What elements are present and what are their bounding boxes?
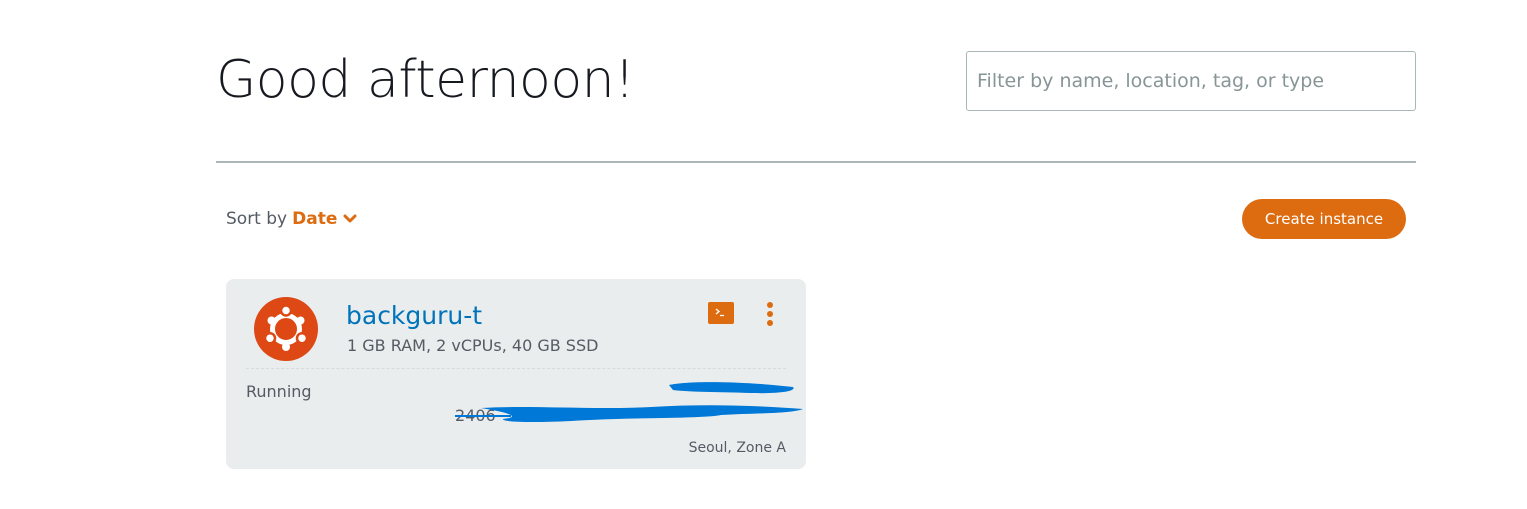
- create-instance-button[interactable]: Create instance: [1242, 199, 1406, 239]
- instance-status: Running: [246, 382, 312, 401]
- card-divider: [246, 368, 786, 369]
- terminal-icon: [715, 308, 724, 317]
- more-vertical-icon: [767, 302, 773, 326]
- ubuntu-logo-icon: [254, 297, 318, 361]
- sort-dropdown[interactable]: Date: [292, 209, 357, 229]
- instance-name-link[interactable]: backguru-t: [346, 299, 482, 333]
- filter-input[interactable]: [966, 51, 1416, 111]
- page-greeting: Good afternoon!: [216, 50, 635, 110]
- instance-card: backguru-t 1 GB RAM, 2 vCPUs, 40 GB SSD …: [226, 279, 806, 469]
- sort-label: Sort by: [226, 209, 288, 229]
- instance-actions-menu[interactable]: [762, 301, 778, 327]
- sort-control: Sort by Date: [226, 205, 357, 233]
- instance-spec: 1 GB RAM, 2 vCPUs, 40 GB SSD: [347, 336, 599, 355]
- chevron-down-icon: [343, 214, 357, 223]
- sort-value: Date: [292, 209, 338, 229]
- redacted-ip-address: 2406: [455, 382, 803, 425]
- header-divider: [216, 161, 1416, 163]
- instance-location: Seoul, Zone A: [688, 440, 786, 456]
- connect-terminal-button[interactable]: [708, 302, 734, 324]
